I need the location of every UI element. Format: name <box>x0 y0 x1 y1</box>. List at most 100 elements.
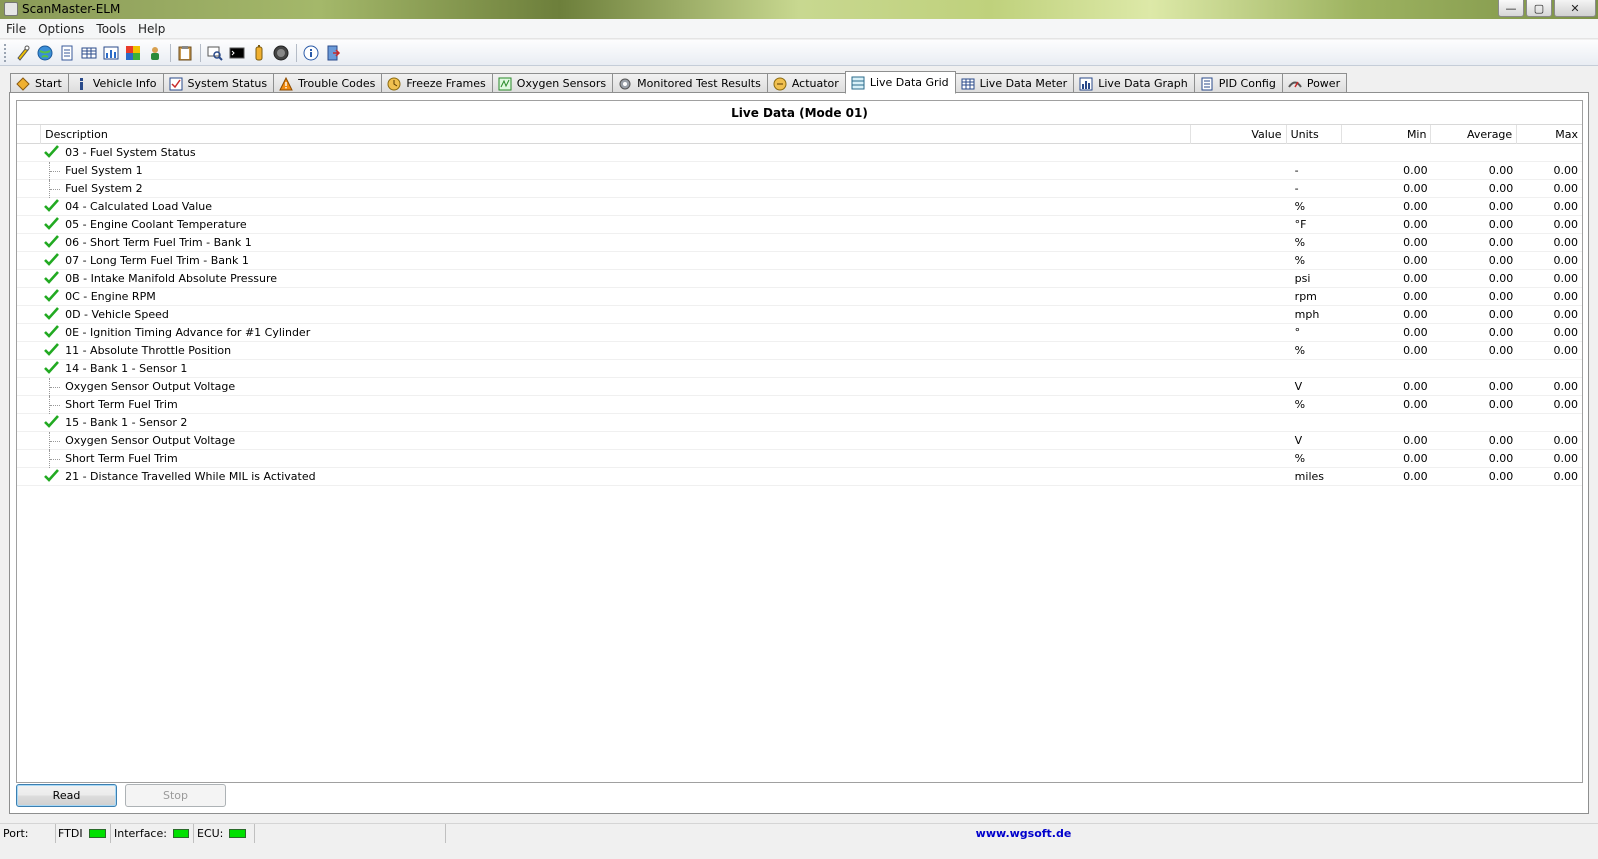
globe-icon[interactable] <box>36 44 54 62</box>
website-link-text[interactable]: www.wgsoft.de <box>976 827 1072 840</box>
tab-pid-config[interactable]: PID Config <box>1193 73 1283 93</box>
tab-live-data-meter[interactable]: Live Data Meter <box>954 73 1075 93</box>
table-row[interactable]: 11 - Absolute Throttle Position% 0.00 0.00… <box>17 342 1582 360</box>
header-average[interactable]: Average <box>1431 125 1518 144</box>
header-max[interactable]: Max <box>1517 125 1582 144</box>
row-description: 14 - Bank 1 - Sensor 1 <box>41 360 1192 377</box>
table-row[interactable]: Short Term Fuel Trim% 0.00 0.00 0.00 <box>17 450 1582 468</box>
clipboard-icon[interactable] <box>176 44 194 62</box>
tab-label: Trouble Codes <box>298 77 376 90</box>
gauge-icon[interactable] <box>272 44 290 62</box>
header-min[interactable]: Min <box>1342 125 1432 144</box>
row-value <box>1192 342 1287 359</box>
toolbar-grip[interactable] <box>4 43 8 62</box>
table-row[interactable]: 0B - Intake Manifold Absolute Pressure ps… <box>17 270 1582 288</box>
header-units[interactable]: Units <box>1287 125 1342 144</box>
tab-trouble-codes[interactable]: Trouble Codes <box>273 73 383 93</box>
table-row[interactable]: 14 - Bank 1 - Sensor 1 <box>17 360 1582 378</box>
table-row[interactable]: 05 - Engine Coolant Temperature °F 0.00 0.0… <box>17 216 1582 234</box>
row-description-text: Short Term Fuel Trim <box>65 398 178 411</box>
color-chart-icon[interactable] <box>124 44 142 62</box>
search-icon[interactable] <box>206 44 224 62</box>
minimize-icon[interactable]: — <box>1498 0 1524 17</box>
website-link[interactable]: www.wgsoft.de <box>446 824 1598 843</box>
grid-body: 03 - Fuel System Status Fuel System 1 - 0.0… <box>17 144 1582 486</box>
tab-vehicle-info[interactable]: Vehicle Info <box>67 73 164 93</box>
row-expander <box>17 468 41 485</box>
status-icon <box>169 77 183 91</box>
tree-connector <box>49 432 61 450</box>
row-units: miles <box>1294 470 1324 483</box>
tab-monitored-test-results[interactable]: Monitored Test Results <box>612 73 768 93</box>
check-icon <box>44 289 60 302</box>
row-expander <box>17 414 41 431</box>
table-row[interactable]: 21 - Distance Travelled While MIL is Act… <box>17 468 1582 486</box>
live-data-grid[interactable]: Live Data (Mode 01) Description Value Un… <box>16 100 1583 783</box>
row-max: 0.00 <box>1553 452 1578 465</box>
stop-button[interactable]: Stop <box>125 784 226 807</box>
row-average: 0.00 <box>1488 182 1514 195</box>
tab-label: Freeze Frames <box>406 77 486 90</box>
row-average: 0.00 <box>1488 272 1514 285</box>
actuator-icon <box>773 77 787 91</box>
table-row[interactable]: 07 - Long Term Fuel Trim - Bank 1% 0.00 0.… <box>17 252 1582 270</box>
table-row[interactable]: Fuel System 1 - 0.00 0.00 0.00 <box>17 162 1582 180</box>
tab-freeze-frames[interactable]: Freeze Frames <box>381 73 493 93</box>
tab-label: System Status <box>187 77 268 90</box>
row-description-text: 14 - Bank 1 - Sensor 1 <box>65 362 188 375</box>
header-description[interactable]: Description <box>41 125 1192 144</box>
row-description: Fuel System 2 <box>41 180 1192 198</box>
read-button[interactable]: Read <box>16 784 117 807</box>
row-value <box>1192 378 1287 395</box>
row-min: 0.00 <box>1403 326 1428 339</box>
chart-icon[interactable] <box>102 44 120 62</box>
exit-icon[interactable] <box>324 44 342 62</box>
menu-help[interactable]: Help <box>132 22 171 36</box>
check-icon <box>44 361 60 374</box>
row-units: V <box>1294 380 1303 393</box>
row-value <box>1192 270 1287 287</box>
table-row[interactable]: Oxygen Sensor Output Voltage V 0.00 0.00 0.0… <box>17 378 1582 396</box>
header-value[interactable]: Value <box>1191 125 1287 144</box>
tab-strip: Start Vehicle Info System Status Trouble… <box>10 71 1348 94</box>
battery-icon[interactable] <box>250 44 268 62</box>
table-row[interactable]: Fuel System 2 - 0.00 0.00 0.00 <box>17 180 1582 198</box>
tab-power[interactable]: Power <box>1281 73 1348 93</box>
terminal-icon[interactable] <box>228 44 246 62</box>
table-row[interactable]: Short Term Fuel Trim% 0.00 0.00 0.00 <box>17 396 1582 414</box>
menu-tools[interactable]: Tools <box>90 22 132 36</box>
row-average <box>1432 144 1518 161</box>
menu-options[interactable]: Options <box>32 22 90 36</box>
row-units <box>1287 414 1343 431</box>
grid-icon[interactable] <box>80 44 98 62</box>
tab-live-data-graph[interactable]: Live Data Graph <box>1073 73 1195 93</box>
person-icon[interactable] <box>146 44 164 62</box>
info-icon[interactable] <box>302 44 320 62</box>
tab-live-data-grid[interactable]: Live Data Grid <box>844 71 956 94</box>
tree-connector <box>49 450 61 468</box>
table-row[interactable]: 04 - Calculated Load Value% 0.00 0.00 0.00 <box>17 198 1582 216</box>
row-min: 0.00 <box>1403 308 1428 321</box>
tab-start[interactable]: Start <box>10 73 69 93</box>
tab-system-status[interactable]: System Status <box>162 73 275 93</box>
table-row[interactable]: 0E - Ignition Timing Advance for #1 Cyli… <box>17 324 1582 342</box>
table-row[interactable]: Oxygen Sensor Output Voltage V 0.00 0.00 0.0… <box>17 432 1582 450</box>
document-icon[interactable] <box>58 44 76 62</box>
table-row[interactable]: 15 - Bank 1 - Sensor 2 <box>17 414 1582 432</box>
close-icon[interactable]: ✕ <box>1554 0 1596 17</box>
table-row[interactable]: 03 - Fuel System Status <box>17 144 1582 162</box>
table-row[interactable]: 06 - Short Term Fuel Trim - Bank 1% 0.00 0… <box>17 234 1582 252</box>
tab-actuator[interactable]: Actuator <box>766 73 846 93</box>
tab-label: Monitored Test Results <box>637 77 761 90</box>
table-row[interactable]: 0C - Engine RPM rpm 0.00 0.00 0.00 <box>17 288 1582 306</box>
tab-oxygen-sensors[interactable]: Oxygen Sensors <box>491 73 614 93</box>
row-description: 0D - Vehicle Speed <box>41 306 1192 323</box>
tab-label: Oxygen Sensors <box>516 77 607 90</box>
row-max: 0.00 <box>1553 380 1578 393</box>
row-max: 0.00 <box>1553 200 1578 213</box>
maximize-icon[interactable]: ▢ <box>1526 0 1552 17</box>
tab-label: Start <box>35 77 62 90</box>
connect-wizard-icon[interactable] <box>14 44 32 62</box>
menu-file[interactable]: File <box>0 22 32 36</box>
table-row[interactable]: 0D - Vehicle Speed mph 0.00 0.00 0.00 <box>17 306 1582 324</box>
